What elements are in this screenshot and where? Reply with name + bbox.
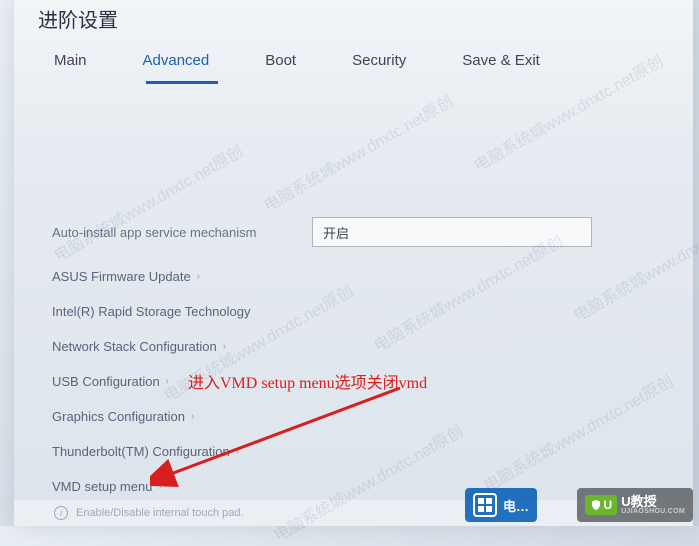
auto-service-label: Auto-install app service mechanism: [52, 225, 312, 240]
info-icon: i: [54, 506, 68, 520]
link-graphics-config[interactable]: Graphics Configuration ›: [52, 409, 655, 424]
tab-advanced[interactable]: Advanced: [143, 52, 210, 73]
logo-u-badge: U: [604, 498, 613, 512]
tab-main[interactable]: Main: [54, 52, 87, 73]
setting-auto-service: Auto-install app service mechanism 开启: [52, 217, 655, 247]
tab-bar: Main Advanced Boot Security Save & Exit: [14, 42, 693, 82]
link-vmd-setup[interactable]: VMD setup menu ›: [52, 479, 655, 494]
intel-rst-label: Intel(R) Rapid Storage Technology: [52, 304, 251, 319]
logo-u-cn: U教授: [621, 495, 685, 508]
link-usb-config[interactable]: USB Configuration ›: [52, 374, 655, 389]
page-title: 进阶设置: [38, 4, 118, 33]
asus-fw-label: ASUS Firmware Update: [52, 269, 191, 284]
tab-underline: [146, 81, 218, 84]
chevron-right-icon: ›: [158, 481, 161, 492]
tab-security[interactable]: Security: [352, 52, 406, 73]
link-intel-rst[interactable]: Intel(R) Rapid Storage Technology: [52, 304, 655, 319]
chevron-right-icon: ›: [197, 271, 200, 282]
grid-icon: [473, 493, 497, 517]
logo-u-en: UJIAOSHOU.COM: [621, 508, 685, 515]
shield-icon: U: [585, 495, 618, 515]
chevron-right-icon: ›: [236, 446, 239, 457]
tab-save-exit[interactable]: Save & Exit: [462, 52, 540, 73]
vmd-label: VMD setup menu: [52, 479, 152, 494]
link-thunderbolt-config[interactable]: Thunderbolt(TM) Configuration ›: [52, 444, 655, 459]
net-stack-label: Network Stack Configuration: [52, 339, 217, 354]
chevron-right-icon: ›: [223, 341, 226, 352]
auto-service-dropdown[interactable]: 开启: [312, 217, 592, 247]
hint-text: Enable/Disable internal touch pad.: [76, 507, 244, 519]
usb-label: USB Configuration: [52, 374, 160, 389]
chevron-right-icon: ›: [191, 411, 194, 422]
thunderbolt-label: Thunderbolt(TM) Configuration: [52, 444, 230, 459]
tab-boot[interactable]: Boot: [265, 52, 296, 73]
graphics-label: Graphics Configuration: [52, 409, 185, 424]
logo-ujiaoshou: U U教授 UJIAOSHOU.COM: [577, 488, 693, 522]
content-panel: Auto-install app service mechanism 开启 AS…: [14, 95, 693, 496]
logo-dian: 电…: [465, 488, 537, 522]
auto-service-value: 开启: [323, 223, 349, 242]
link-asus-firmware[interactable]: ASUS Firmware Update ›: [52, 269, 655, 284]
link-network-stack[interactable]: Network Stack Configuration ›: [52, 339, 655, 354]
chevron-right-icon: ›: [166, 376, 169, 387]
logo-dian-text: 电…: [503, 496, 529, 515]
